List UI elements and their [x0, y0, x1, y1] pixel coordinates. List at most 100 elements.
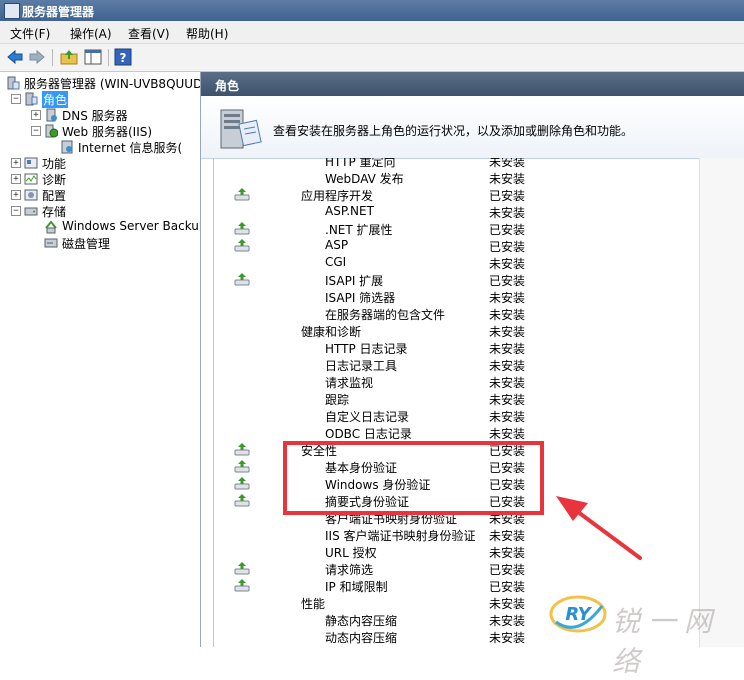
storage-icon	[24, 207, 38, 216]
installed-check-icon	[234, 494, 250, 507]
role-service-status: 未安装	[489, 257, 526, 271]
role-service-name: 动态内容压缩	[325, 631, 398, 645]
role-service-status: 已安装	[489, 274, 526, 288]
role-service-status: 未安装	[489, 427, 526, 441]
role-service-status: 未安装	[489, 546, 526, 560]
collapse-toggle[interactable]: −	[11, 206, 21, 216]
window-title: 服务器管理器	[22, 5, 95, 19]
show-hide-tree-icon[interactable]	[84, 48, 102, 66]
role-service-status: 未安装	[489, 206, 526, 220]
pane-title: 角色	[215, 79, 240, 93]
role-service-status: 未安装	[489, 325, 526, 339]
installed-check-icon	[234, 460, 250, 473]
installed-check-icon	[234, 443, 250, 456]
roles-pane: 角色 查看安装在服务器上角色的运行状况，以及添加或删除角色和功能。 HTTP 重…	[201, 72, 744, 647]
web-server-icon	[45, 124, 58, 138]
tree-item-label: Web 服务器(IIS)	[62, 125, 153, 139]
role-service-name: 在服务器端的包含文件	[325, 308, 446, 322]
dns-server-icon	[46, 108, 57, 122]
role-service-name: HTTP 日志记录	[325, 342, 408, 356]
menu-bar: 文件(F) 操作(A) 查看(V) 帮助(H)	[0, 21, 744, 44]
role-service-name: 请求监视	[325, 376, 374, 390]
role-service-status: 已安装	[489, 580, 526, 594]
role-service-name: 静态内容压缩	[325, 614, 398, 628]
collapse-toggle[interactable]: −	[31, 126, 41, 136]
role-service-status: 未安装	[489, 393, 526, 407]
role-service-row: 请求筛选 已安装	[214, 560, 699, 577]
expand-toggle[interactable]: +	[31, 110, 41, 120]
role-service-status: 未安装	[489, 410, 526, 424]
role-service-name: ASP	[325, 238, 349, 252]
tree-item-label: Windows Server Backup	[62, 219, 201, 233]
tree-item-label: 服务器管理器 (WIN-UVB8QUUDP7	[24, 77, 201, 91]
role-service-status: 未安装	[489, 359, 526, 373]
features-icon	[24, 157, 38, 169]
role-service-row: IIS 客户端证书映射身份验证 未安装	[214, 526, 699, 543]
watermark-logo-text: RY	[565, 604, 592, 625]
menu-help[interactable]: 帮助(H)	[186, 25, 228, 42]
toolbar-separator	[108, 49, 109, 66]
menu-view[interactable]: 查看(V)	[128, 25, 170, 42]
collapse-toggle[interactable]: −	[11, 94, 21, 104]
role-service-row: 自定义日志记录 未安装	[214, 407, 699, 424]
details-side-area	[699, 158, 744, 647]
role-service-name: 性能	[301, 597, 326, 611]
up-folder-icon[interactable]	[60, 48, 78, 66]
svg-text:?: ?	[120, 51, 127, 65]
role-service-status: 已安装	[489, 223, 526, 237]
pane-header: 角色	[201, 72, 744, 96]
title-bar: 服务器管理器	[0, 0, 744, 21]
role-service-name: .NET 扩展性	[325, 223, 393, 237]
installed-check-icon	[234, 579, 250, 592]
watermark: RY 锐一网络	[548, 590, 744, 678]
role-service-row: HTTP 日志记录 未安装	[214, 339, 699, 356]
iis-manager-icon	[61, 140, 73, 154]
role-service-row: WebDAV 发布 未安装	[214, 169, 699, 186]
watermark-text: 锐一网络	[612, 605, 721, 678]
roles-server-icon	[220, 109, 262, 149]
disk-management-icon	[44, 238, 58, 248]
security-highlight-box	[283, 441, 544, 515]
tree-item-label: 诊断	[42, 173, 67, 187]
expand-toggle[interactable]: +	[11, 174, 21, 184]
installed-check-icon	[234, 188, 250, 201]
role-service-name: ISAPI 筛选器	[325, 291, 396, 305]
forward-arrow-icon[interactable]	[28, 48, 46, 66]
role-service-name: 自定义日志记录	[325, 410, 410, 424]
help-icon[interactable]: ?	[114, 48, 132, 66]
app-icon	[4, 3, 20, 19]
roles-description: 查看安装在服务器上角色的运行状况，以及添加或删除角色和功能。	[273, 124, 634, 138]
role-service-name: WebDAV 发布	[325, 172, 404, 186]
role-service-status: 未安装	[489, 308, 526, 322]
role-service-status: 未安装	[489, 614, 526, 628]
menu-file[interactable]: 文件(F)	[10, 25, 50, 42]
server-manager-icon	[7, 76, 20, 90]
role-service-status: 未安装	[489, 376, 526, 390]
role-service-status: 未安装	[489, 172, 526, 186]
role-service-row: URL 授权 未安装	[214, 543, 699, 560]
role-service-row: 跟踪 未安装	[214, 390, 699, 407]
role-service-status: 已安装	[489, 563, 526, 577]
role-service-row: HTTP 重定向 未安装	[214, 158, 699, 169]
toolbar-separator	[52, 49, 53, 66]
back-arrow-icon[interactable]	[6, 48, 24, 66]
role-service-name: CGI	[325, 255, 347, 269]
navigation-tree: 服务器管理器 (WIN-UVB8QUUDP7− 角色 + DNS 服务器 − Web 服务…	[0, 72, 201, 647]
role-service-name: 应用程序开发	[301, 189, 374, 203]
role-service-row: 健康和诊断 未安装	[214, 322, 699, 339]
expand-toggle[interactable]: +	[11, 158, 21, 168]
role-service-row: 日志记录工具 未安装	[214, 356, 699, 373]
role-service-row: .NET 扩展性 已安装	[214, 220, 699, 237]
tree-item-label: DNS 服务器	[62, 109, 128, 123]
installed-check-icon	[234, 562, 250, 575]
role-service-row: ASP 已安装	[214, 237, 699, 254]
tree-item-label: 配置	[42, 189, 67, 203]
expand-toggle[interactable]: +	[11, 190, 21, 200]
role-service-row: ISAPI 扩展 已安装	[214, 271, 699, 288]
tree-item-label: 角色	[42, 91, 69, 108]
role-service-name: IP 和域限制	[325, 580, 388, 594]
role-service-name: 日志记录工具	[325, 359, 398, 373]
role-service-status: 未安装	[489, 529, 526, 543]
menu-action[interactable]: 操作(A)	[70, 25, 112, 42]
role-service-name: ASP.NET	[325, 204, 374, 218]
